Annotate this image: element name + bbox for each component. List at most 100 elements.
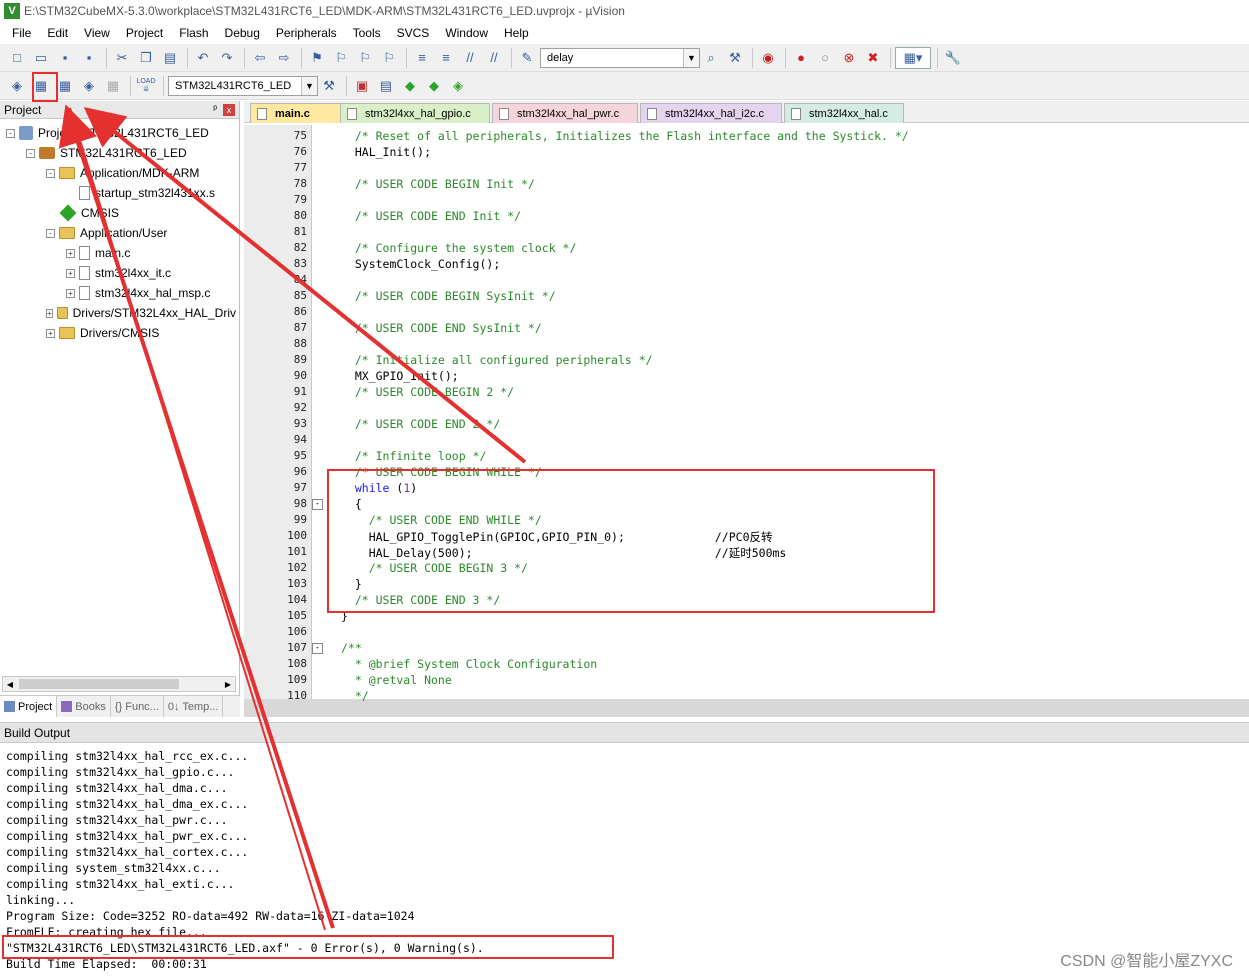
find-icon[interactable]: ⌕ — [700, 47, 722, 69]
nav-forward-icon[interactable]: ⇨ — [273, 47, 295, 69]
configure-icon[interactable]: 🔧 — [942, 47, 964, 69]
tab-hal-gpio[interactable]: stm32l4xx_hal_gpio.c — [340, 103, 490, 123]
scrollbar-thumb[interactable] — [19, 679, 179, 689]
menu-svcs[interactable]: SVCS — [389, 22, 438, 44]
find-in-files-icon[interactable]: ✎ — [516, 47, 538, 69]
close-icon[interactable]: x — [223, 103, 235, 116]
chevron-down-icon[interactable]: ▼ — [683, 48, 699, 67]
menu-file[interactable]: File — [4, 22, 39, 44]
incremental-find-icon[interactable]: ⚒ — [724, 47, 746, 69]
uncomment-icon[interactable]: // — [483, 47, 505, 69]
bookmark-icon[interactable]: ⚑ — [306, 47, 328, 69]
fold-toggle-icon[interactable]: - — [312, 499, 323, 510]
batch-build-icon[interactable]: ◈ — [78, 75, 100, 97]
tab-hal-pwr[interactable]: stm32l4xx_hal_pwr.c — [492, 103, 638, 123]
select-software-packs-icon[interactable]: ◆ — [423, 75, 445, 97]
menu-debug[interactable]: Debug — [217, 22, 268, 44]
menu-edit[interactable]: Edit — [39, 22, 76, 44]
editor-horizontal-scrollbar[interactable] — [244, 699, 1249, 717]
redo-icon[interactable]: ↷ — [216, 47, 238, 69]
window-layout-icon[interactable]: ▦▾ — [895, 46, 931, 69]
manage-project-items-icon[interactable]: ▣ — [351, 75, 373, 97]
open-folder-icon[interactable]: ▭ — [30, 47, 52, 69]
menu-view[interactable]: View — [76, 22, 118, 44]
expand-icon[interactable]: + — [66, 248, 75, 258]
tree-item-target[interactable]: - STM32L431RCT6_LED — [26, 143, 187, 163]
download-load-icon[interactable]: LOAD ⇊ — [135, 75, 157, 97]
collapse-icon[interactable]: - — [26, 148, 35, 158]
menu-window[interactable]: Window — [437, 22, 496, 44]
clear-bookmarks-icon[interactable]: ⚐ — [378, 47, 400, 69]
unindent-icon[interactable]: ≡ — [435, 47, 457, 69]
tree-item-msp-c[interactable]: + stm32l4xx_hal_msp.c — [66, 283, 210, 303]
scroll-left-icon[interactable]: ◀ — [3, 677, 17, 691]
tree-item-group-mdk-arm[interactable]: - Application/MDK-ARM — [46, 163, 199, 183]
tree-item-main-c[interactable]: + main.c — [66, 243, 130, 263]
tree-item-it-c[interactable]: + stm32l4xx_it.c — [66, 263, 171, 283]
translate-icon[interactable]: ◈ — [6, 75, 28, 97]
indent-icon[interactable]: ≡ — [411, 47, 433, 69]
line-number: 108 — [287, 657, 307, 670]
disable-all-breakpoints-icon[interactable]: ⊗ — [838, 47, 860, 69]
debug-session-icon[interactable]: ◉ — [757, 47, 779, 69]
pack-installer-icon[interactable]: ◈ — [447, 75, 469, 97]
menu-help[interactable]: Help — [496, 22, 537, 44]
tab-hal-i2c[interactable]: stm32l4xx_hal_i2c.c — [640, 103, 782, 123]
copy-icon[interactable]: ❐ — [135, 47, 157, 69]
chevron-down-icon[interactable]: ▼ — [301, 76, 317, 95]
tab-functions[interactable]: {} Func... — [111, 696, 164, 717]
menu-peripherals[interactable]: Peripherals — [268, 22, 345, 44]
tree-item-group-hal-driver[interactable]: + Drivers/STM32L4xx_HAL_Driv — [46, 303, 236, 323]
undo-icon[interactable]: ↶ — [192, 47, 214, 69]
project-horizontal-scrollbar[interactable]: ◀ ▶ — [2, 676, 236, 692]
expand-icon[interactable]: + — [46, 308, 53, 318]
save-icon[interactable]: ▪ — [54, 47, 76, 69]
scroll-right-icon[interactable]: ▶ — [221, 677, 235, 691]
nav-back-icon[interactable]: ⇦ — [249, 47, 271, 69]
target-options-icon[interactable]: ⚒ — [318, 75, 340, 97]
tree-item-project[interactable]: - Project: STM32L431RCT6_LED — [6, 123, 209, 143]
tab-hal[interactable]: stm32l4xx_hal.c — [784, 103, 904, 123]
tree-item-group-drivers-cmsis[interactable]: + Drivers/CMSIS — [46, 323, 159, 343]
menu-project[interactable]: Project — [118, 22, 171, 44]
manage-multi-project-icon[interactable]: ▤ — [375, 75, 397, 97]
tab-templates[interactable]: 0↓ Temp... — [164, 696, 224, 717]
collapse-icon[interactable]: - — [46, 228, 55, 238]
find-combo[interactable]: delay ▼ — [540, 47, 700, 68]
comment-icon[interactable]: // — [459, 47, 481, 69]
tree-item-cmsis[interactable]: CMSIS — [59, 203, 119, 223]
breakpoint-icon[interactable]: ● — [790, 47, 812, 69]
tab-main-c[interactable]: main.c — [250, 103, 342, 123]
save-all-icon[interactable]: ▪ — [78, 47, 100, 69]
tree-item-startup-file[interactable]: startup_stm32l431xx.s — [79, 183, 215, 203]
line-number: 99 — [293, 513, 307, 526]
tree-item-group-user[interactable]: - Application/User — [46, 223, 167, 243]
toolbar-separator — [785, 47, 786, 68]
stop-build-icon[interactable]: ▦ — [102, 75, 124, 97]
tree-item-label: Drivers/STM32L4xx_HAL_Driv — [72, 306, 236, 320]
expand-icon[interactable]: + — [46, 328, 55, 338]
tab-books[interactable]: Books — [57, 696, 111, 717]
new-file-icon[interactable]: □ — [6, 47, 28, 69]
tab-project[interactable]: Project — [0, 696, 58, 717]
file-icon — [791, 107, 801, 120]
menu-flash[interactable]: Flash — [171, 22, 216, 44]
target-select[interactable]: STM32L431RCT6_LED ▼ — [168, 75, 318, 96]
expand-icon[interactable]: + — [66, 268, 75, 278]
next-bookmark-icon[interactable]: ⚐ — [354, 47, 376, 69]
disable-breakpoint-icon[interactable]: ○ — [814, 47, 836, 69]
expand-icon[interactable]: + — [66, 288, 75, 298]
file-icon — [79, 246, 90, 260]
paste-icon[interactable]: ▤ — [159, 47, 181, 69]
fold-toggle-icon[interactable]: - — [312, 643, 323, 654]
build-result-highlight — [2, 935, 614, 959]
menu-tools[interactable]: Tools — [345, 22, 389, 44]
collapse-icon[interactable]: - — [46, 168, 55, 178]
pin-icon[interactable]: ᵖ — [213, 104, 217, 115]
kill-all-breakpoints-icon[interactable]: ✖ — [862, 47, 884, 69]
manage-run-time-env-icon[interactable]: ◆ — [399, 75, 421, 97]
prev-bookmark-icon[interactable]: ⚐ — [330, 47, 352, 69]
editor-tab-strip: main.c stm32l4xx_hal_gpio.c stm32l4xx_ha… — [244, 101, 1249, 123]
collapse-icon[interactable]: - — [6, 128, 15, 138]
cut-icon[interactable]: ✂ — [111, 47, 133, 69]
